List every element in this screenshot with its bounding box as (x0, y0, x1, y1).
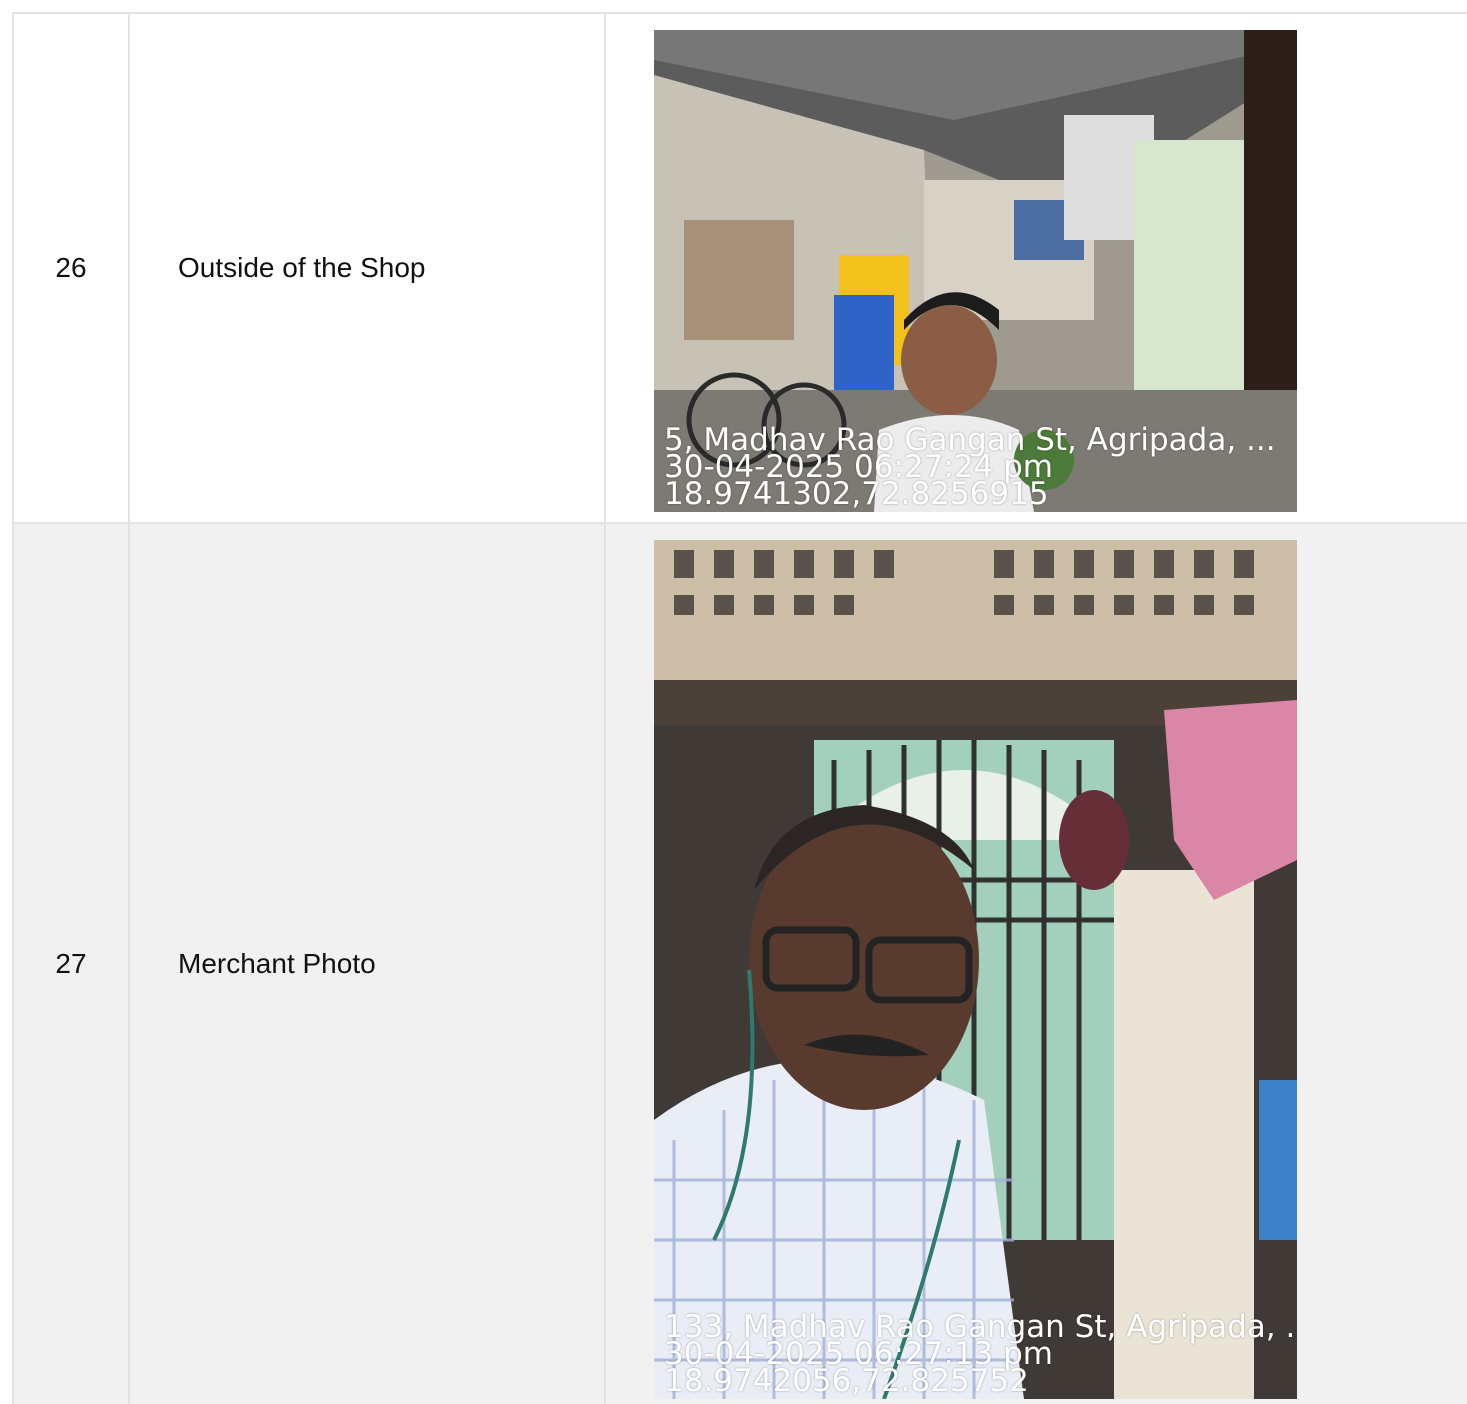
photo-table: 26 Outside of the Shop 5, Madhav Rao Gan… (12, 12, 1467, 1404)
row-number: 26 (12, 14, 130, 522)
row-number: 27 (12, 524, 130, 1404)
photo-cell: 133, Madhav Rao Gangan St, Agripada, ...… (606, 524, 1467, 1404)
photo-stamp: 5, Madhav Rao Gangan St, Agripada, ... 3… (664, 425, 1276, 512)
row-label: Outside of the Shop (130, 14, 606, 522)
merchant-image (654, 540, 1297, 1399)
photo-stamp: 133, Madhav Rao Gangan St, Agripada, ...… (664, 1312, 1297, 1399)
photo-coords: 18.9741302,72.8256915 (664, 476, 1049, 512)
shop-outside-photo[interactable]: 5, Madhav Rao Gangan St, Agripada, ... 3… (654, 30, 1297, 512)
photo-coords: 18.9742056,72.825752 (664, 1363, 1029, 1399)
table-row: 27 Merchant Photo 133, Madhav Rao Gangan… (12, 522, 1467, 1404)
row-label: Merchant Photo (130, 524, 606, 1404)
merchant-photo[interactable]: 133, Madhav Rao Gangan St, Agripada, ...… (654, 540, 1297, 1399)
table-row: 26 Outside of the Shop 5, Madhav Rao Gan… (12, 12, 1467, 522)
photo-cell: 5, Madhav Rao Gangan St, Agripada, ... 3… (606, 14, 1467, 522)
